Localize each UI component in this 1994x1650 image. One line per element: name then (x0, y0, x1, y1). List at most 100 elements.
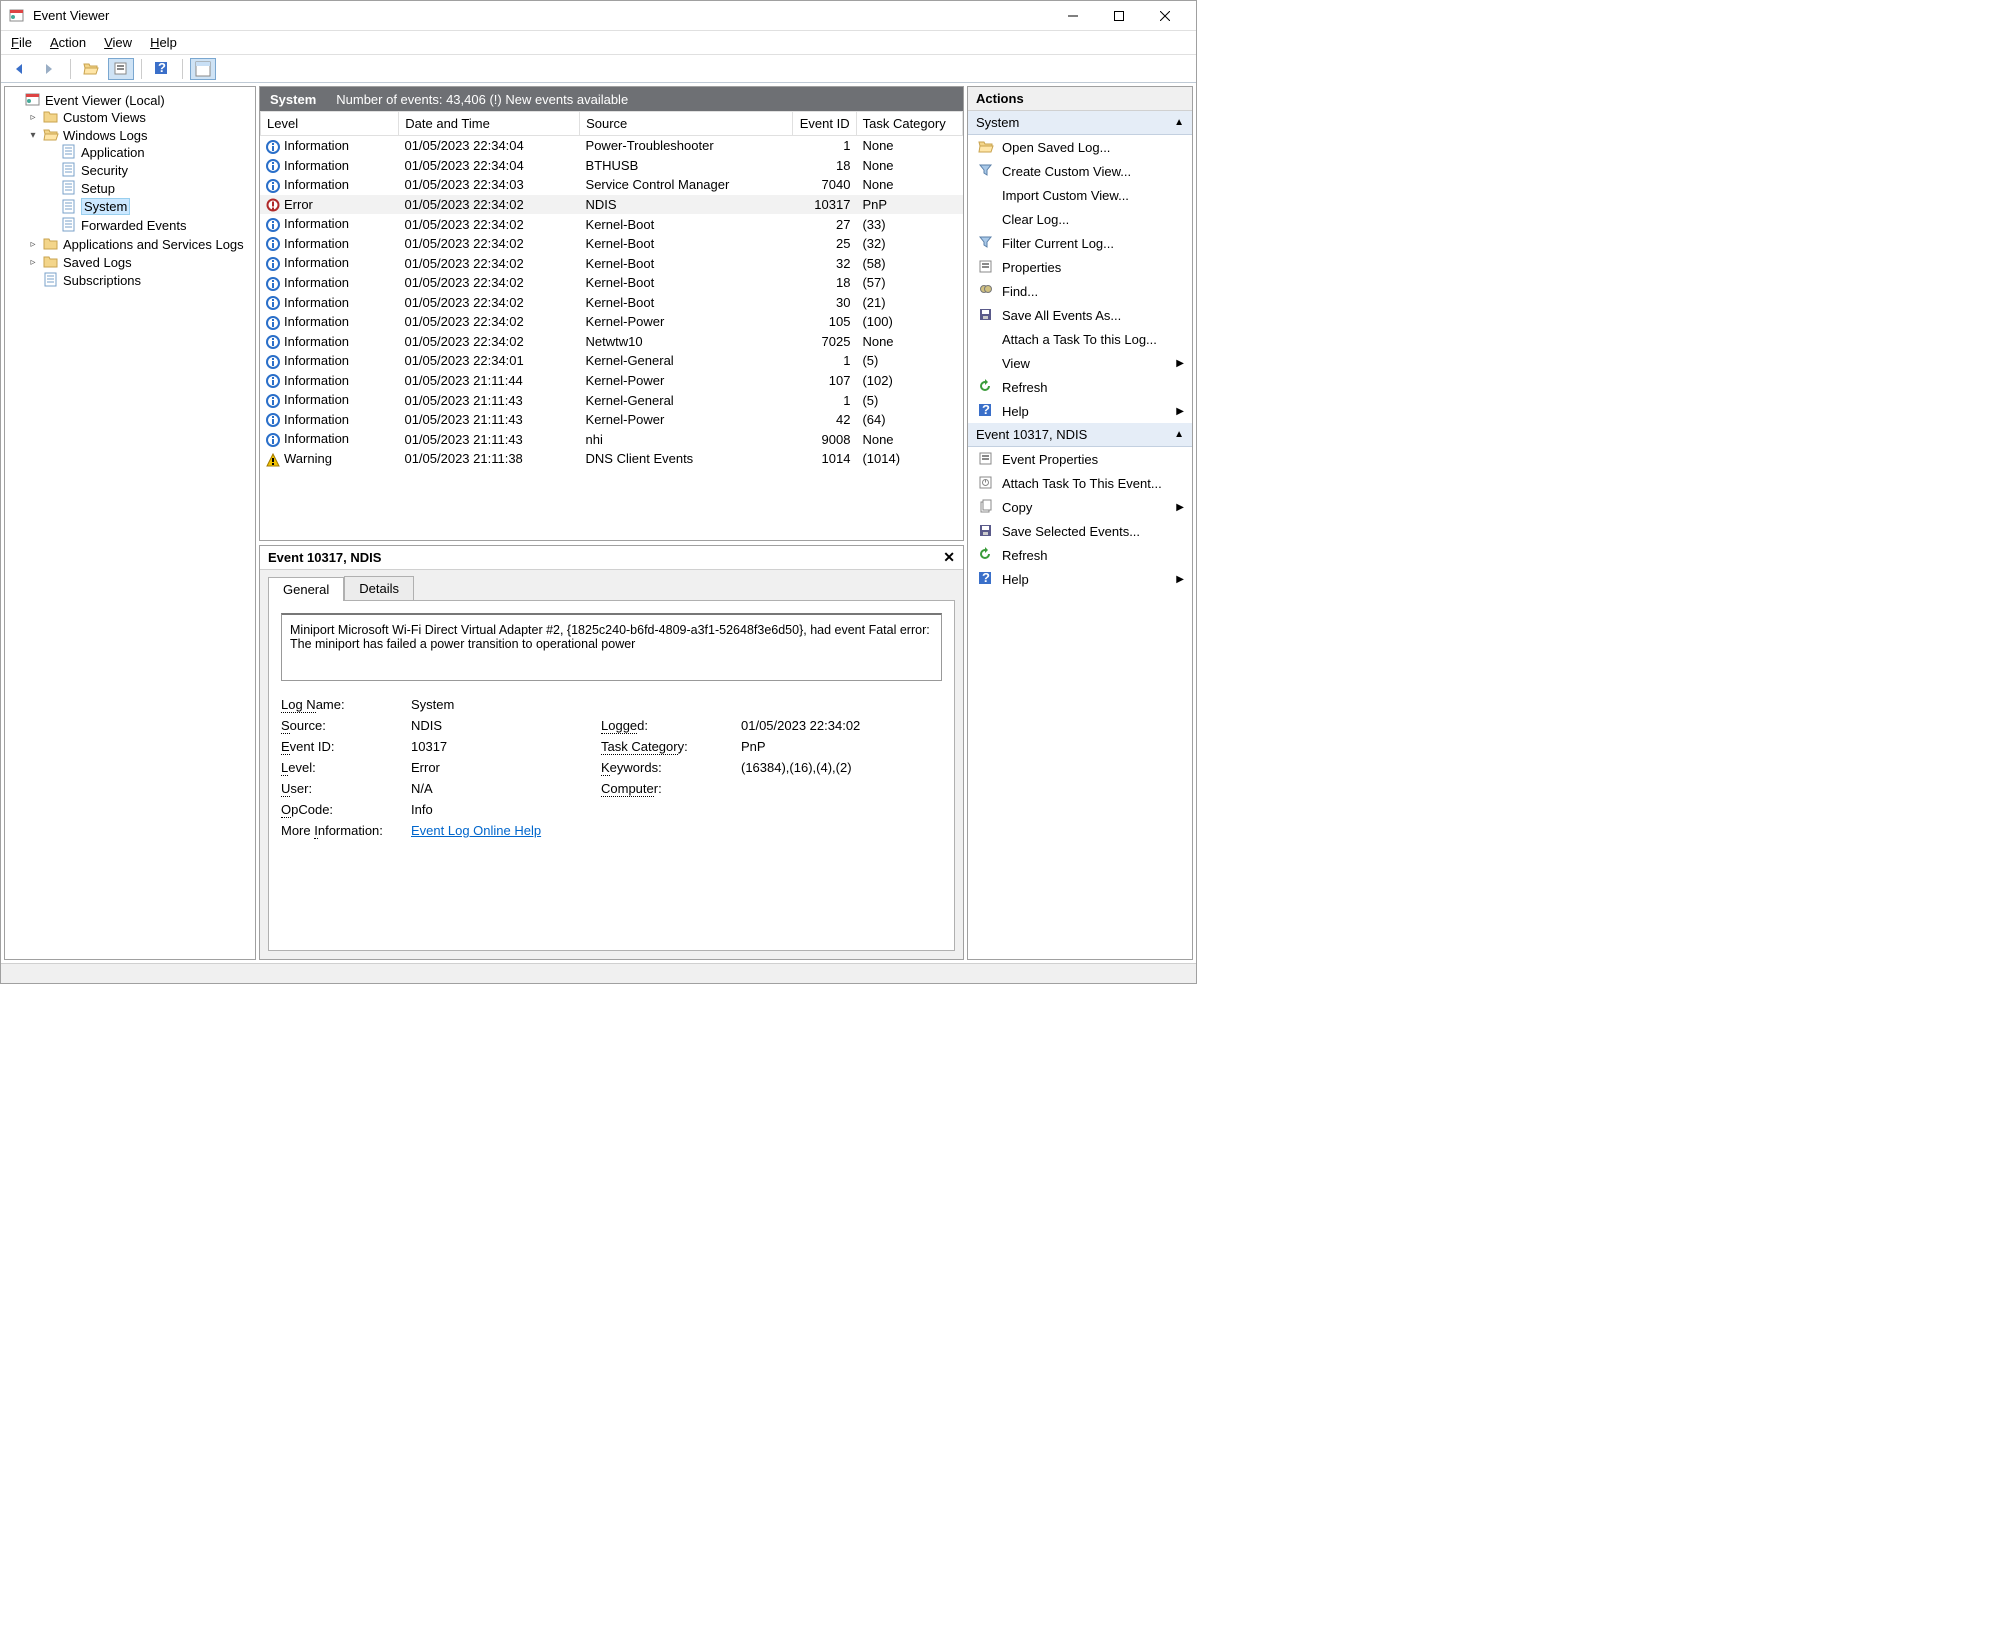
action-item[interactable]: Attach a Task To this Log... (968, 327, 1192, 351)
table-row[interactable]: Information01/05/2023 22:34:01Kernel-Gen… (260, 351, 963, 371)
tree-log-security[interactable]: Security (45, 162, 253, 178)
action-item[interactable]: Properties (968, 255, 1192, 279)
table-row[interactable]: Information01/05/2023 22:34:02Kernel-Pow… (260, 312, 963, 332)
table-row[interactable]: Information01/05/2023 22:34:04Power-Trou… (260, 136, 963, 156)
tree-pane[interactable]: Event Viewer (Local) ▹ Custom Views ▾ Wi… (4, 86, 256, 960)
action-item[interactable]: Clear Log... (968, 207, 1192, 231)
log-icon (61, 199, 77, 215)
tree-custom-views[interactable]: ▹ Custom Views (27, 109, 253, 125)
tree-log-setup[interactable]: Setup (45, 180, 253, 196)
show-tree-button[interactable] (78, 58, 104, 80)
forward-button[interactable] (37, 58, 63, 80)
error-icon (266, 198, 280, 212)
expand-icon[interactable]: ▹ (27, 112, 39, 123)
table-row[interactable]: Information01/05/2023 21:11:43nhi9008Non… (260, 429, 963, 449)
tab-general[interactable]: General (268, 577, 344, 601)
lbl-logname: Log Name: (281, 697, 411, 712)
action-item[interactable]: Help▶ (968, 399, 1192, 423)
col-taskcat[interactable]: Task Category (856, 112, 962, 136)
tree-subscriptions[interactable]: Subscriptions (27, 272, 253, 288)
col-datetime[interactable]: Date and Time (399, 112, 580, 136)
tree-log-forwarded[interactable]: Forwarded Events (45, 217, 253, 233)
val-level: Error (411, 760, 601, 775)
action-item[interactable]: Refresh (968, 543, 1192, 567)
maximize-button[interactable] (1096, 1, 1142, 31)
tree-windows-logs[interactable]: ▾ Windows Logs (27, 127, 253, 143)
action-icon (978, 523, 994, 539)
tree-label: System (81, 198, 130, 215)
action-item[interactable]: Event Properties (968, 447, 1192, 471)
table-row[interactable]: Information01/05/2023 21:11:43Kernel-Gen… (260, 390, 963, 410)
table-row[interactable]: Information01/05/2023 22:34:02Kernel-Boo… (260, 253, 963, 273)
table-row[interactable]: Information01/05/2023 22:34:02Netwtw1070… (260, 332, 963, 352)
menu-help[interactable]: Help (150, 35, 177, 50)
col-level[interactable]: Level (261, 112, 399, 136)
properties-button[interactable] (108, 58, 134, 80)
action-icon (978, 499, 994, 515)
action-item[interactable]: View▶ (968, 351, 1192, 375)
action-label: Clear Log... (1002, 212, 1069, 227)
action-item[interactable]: Attach Task To This Event... (968, 471, 1192, 495)
expand-icon[interactable]: ▹ (27, 239, 39, 250)
action-label: Refresh (1002, 548, 1048, 563)
action-item[interactable]: Import Custom View... (968, 183, 1192, 207)
lbl-opcode: OpCode: (281, 802, 411, 817)
event-table[interactable]: Level Date and Time Source Event ID Task… (260, 111, 963, 540)
table-row[interactable]: Information01/05/2023 22:34:02Kernel-Boo… (260, 234, 963, 254)
action-item[interactable]: Filter Current Log... (968, 231, 1192, 255)
action-icon (978, 187, 994, 203)
val-opcode: Info (411, 802, 601, 817)
col-source[interactable]: Source (580, 112, 793, 136)
list-header: System Number of events: 43,406 (!) New … (260, 87, 963, 111)
table-row[interactable]: Information01/05/2023 22:34:02Kernel-Boo… (260, 293, 963, 313)
collapse-icon[interactable]: ▲ (1174, 117, 1184, 128)
tree-label: Forwarded Events (81, 218, 187, 233)
action-item[interactable]: Save All Events As... (968, 303, 1192, 327)
action-item[interactable]: Help▶ (968, 567, 1192, 591)
tree-saved-logs[interactable]: ▹Saved Logs (27, 254, 253, 270)
tree-log-system[interactable]: System (45, 198, 253, 215)
back-button[interactable] (7, 58, 33, 80)
action-icon (978, 403, 994, 419)
table-row[interactable]: Information01/05/2023 22:34:02Kernel-Boo… (260, 214, 963, 234)
tree-apps-services[interactable]: ▹Applications and Services Logs (27, 236, 253, 252)
menu-view[interactable]: View (104, 35, 132, 50)
action-item[interactable]: Copy▶ (968, 495, 1192, 519)
actions-section-event[interactable]: Event 10317, NDIS ▲ (968, 423, 1192, 447)
action-item[interactable]: Save Selected Events... (968, 519, 1192, 543)
table-row[interactable]: Information01/05/2023 22:34:02Kernel-Boo… (260, 273, 963, 293)
menu-file[interactable]: File (11, 35, 32, 50)
help-button[interactable] (149, 58, 175, 80)
collapse-icon[interactable]: ▾ (27, 130, 39, 141)
action-item[interactable]: Open Saved Log... (968, 135, 1192, 159)
app-icon (9, 8, 25, 24)
event-message: Miniport Microsoft Wi-Fi Direct Virtual … (281, 613, 942, 681)
tree-label: Event Viewer (Local) (45, 93, 165, 108)
action-item[interactable]: Create Custom View... (968, 159, 1192, 183)
action-item[interactable]: Find... (968, 279, 1192, 303)
val-eventid: 10317 (411, 739, 601, 754)
action-icon (978, 331, 994, 347)
table-row[interactable]: Warning01/05/2023 21:11:38DNS Client Eve… (260, 449, 963, 469)
table-row[interactable]: Information01/05/2023 22:34:04BTHUSB18No… (260, 156, 963, 176)
close-button[interactable] (1142, 1, 1188, 31)
tree-log-application[interactable]: Application (45, 144, 253, 160)
link-online-help[interactable]: Event Log Online Help (411, 823, 541, 838)
expand-icon[interactable]: ▹ (27, 257, 39, 268)
table-row[interactable]: Information01/05/2023 21:11:44Kernel-Pow… (260, 371, 963, 391)
col-eventid[interactable]: Event ID (792, 112, 856, 136)
minimize-button[interactable] (1050, 1, 1096, 31)
actions-section-system[interactable]: System ▲ (968, 111, 1192, 135)
collapse-icon[interactable]: ▲ (1174, 429, 1184, 440)
detail-close-button[interactable]: ✕ (943, 549, 955, 566)
preview-pane-button[interactable] (190, 58, 216, 80)
info-icon (266, 140, 280, 154)
table-row[interactable]: Error01/05/2023 22:34:02NDIS10317PnP (260, 195, 963, 215)
tree-root[interactable]: Event Viewer (Local) (9, 92, 253, 108)
table-row[interactable]: Information01/05/2023 21:11:43Kernel-Pow… (260, 410, 963, 430)
table-row[interactable]: Information01/05/2023 22:34:03Service Co… (260, 175, 963, 195)
folder-icon (43, 254, 59, 270)
menu-action[interactable]: Action (50, 35, 86, 50)
tab-details[interactable]: Details (344, 576, 414, 600)
action-item[interactable]: Refresh (968, 375, 1192, 399)
